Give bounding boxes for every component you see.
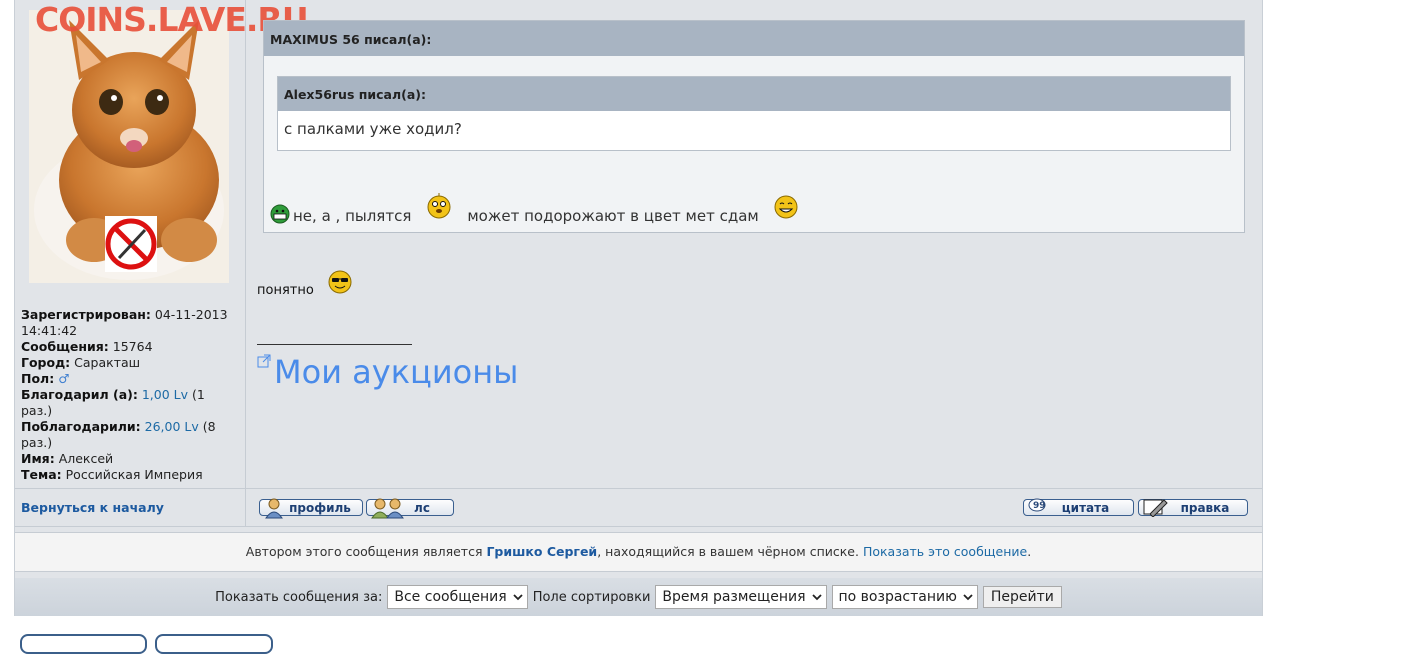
user-icon xyxy=(265,498,283,519)
name-label: Имя: xyxy=(21,451,55,466)
edit-button[interactable]: правка xyxy=(1138,499,1248,517)
reply-text-1: не, а , пылятся xyxy=(293,207,412,225)
show-messages-label: Показать сообщения за: xyxy=(215,589,383,605)
user-avatar[interactable] xyxy=(29,10,229,283)
quote-block-outer: MAXIMUS 56 писал(а): Alex56rus писал(а):… xyxy=(263,20,1245,233)
sort-field-value: Время размещения xyxy=(662,589,806,605)
period-select-value: Все сообщения xyxy=(394,589,507,605)
laughing-smiley-icon xyxy=(774,195,798,219)
notice-middle: , находящийся в вашем чёрном списке. xyxy=(597,544,863,559)
post-message: понятно xyxy=(257,283,314,298)
cool-smiley-icon xyxy=(328,270,352,294)
was-thanked-value-link[interactable]: 26,00 Lv xyxy=(145,419,199,434)
sort-order-value: по возрастанию xyxy=(838,589,957,605)
profile-button[interactable]: профиль xyxy=(259,498,363,519)
city-value: Саракташ xyxy=(74,355,141,370)
name-value: Алексей xyxy=(58,451,114,466)
show-message-link[interactable]: Показать это сообщение xyxy=(863,544,1027,559)
new-topic-button[interactable] xyxy=(20,634,147,654)
notice-author[interactable]: Гришко Сергей xyxy=(486,544,597,559)
sort-field-select[interactable]: Время размещения xyxy=(655,585,827,609)
private-message-button[interactable]: лс xyxy=(366,498,454,519)
city-label: Город: xyxy=(21,355,71,370)
notice-prefix: Автором этого сообщения является xyxy=(245,544,487,559)
thanked-value-link[interactable]: 1,00 Lv xyxy=(142,387,188,402)
post-body: MAXIMUS 56 писал(а): Alex56rus писал(а):… xyxy=(246,0,1262,488)
back-to-top-link[interactable]: Вернуться к началу xyxy=(21,500,164,515)
pencil-edit-icon xyxy=(1143,499,1168,517)
blacklist-notice: Автором этого сообщения является Гришко … xyxy=(15,532,1262,572)
post-footer: Вернуться к началу профиль лс 99 цитата … xyxy=(15,488,1262,527)
quote-header: MAXIMUS 56 писал(а): xyxy=(264,21,1244,56)
divider xyxy=(245,489,246,526)
user-profile-panel: COINS.LAVE.RU Зарегистрирован: 04-11-201… xyxy=(15,0,309,488)
quoted-reply: не, а , пылятся может подорожают в цвет … xyxy=(270,193,798,225)
chevron-down-icon xyxy=(963,594,973,601)
quote-header: Alex56rus писал(а): xyxy=(278,77,1230,111)
signature: Мои аукционы xyxy=(257,352,518,392)
quote-block-inner: Alex56rus писал(а): с палками уже ходил? xyxy=(277,76,1231,151)
confused-smiley-icon xyxy=(427,193,451,219)
post-text: понятно xyxy=(257,270,352,298)
forum-post-container: COINS.LAVE.RU Зарегистрирован: 04-11-201… xyxy=(14,0,1263,616)
speech-bubble-icon: 99 xyxy=(1028,498,1046,512)
topic-label: Тема: xyxy=(21,467,62,482)
thanked-label: Благодарил (а): xyxy=(21,387,138,402)
messages-value: 15764 xyxy=(112,339,153,354)
svg-text:99: 99 xyxy=(1033,501,1046,511)
pm-button-label: лс xyxy=(414,500,430,515)
edit-button-label: правка xyxy=(1180,500,1230,515)
quote-text: с палками уже ходил? xyxy=(284,120,462,138)
reply-button[interactable] xyxy=(155,634,273,654)
registered-label: Зарегистрирован: xyxy=(21,307,151,322)
notice-suffix: . xyxy=(1027,544,1032,559)
user-info: Зарегистрирован: 04-11-2013 14:41:42 Соо… xyxy=(21,307,239,483)
grin-smiley-icon xyxy=(270,204,290,224)
messages-label: Сообщения: xyxy=(21,339,109,354)
sort-field-label: Поле сортировки xyxy=(532,589,651,605)
sort-order-select[interactable]: по возрастанию xyxy=(831,585,978,609)
display-filters: Показать сообщения за: Все сообщения Пол… xyxy=(15,578,1262,616)
chevron-down-icon xyxy=(811,594,822,601)
male-gender-icon: ♂ xyxy=(58,371,70,386)
signature-separator xyxy=(257,344,412,345)
quote-button-label: цитата xyxy=(1061,500,1110,515)
topic-value: Российская Империя xyxy=(65,467,203,482)
was-thanked-label: Поблагодарили: xyxy=(21,419,141,434)
profile-button-label: профиль xyxy=(289,500,351,515)
external-link-icon xyxy=(257,354,271,368)
gender-label: Пол: xyxy=(21,371,55,386)
chevron-down-icon xyxy=(513,594,523,601)
period-select[interactable]: Все сообщения xyxy=(387,585,528,609)
users-icon xyxy=(371,498,404,519)
reply-text-2: может подорожают в цвет мет сдам xyxy=(467,207,759,225)
go-button[interactable]: Перейти xyxy=(982,586,1062,608)
quote-button[interactable]: 99 цитата xyxy=(1023,498,1134,516)
my-auctions-link[interactable]: Мои аукционы xyxy=(274,352,518,392)
